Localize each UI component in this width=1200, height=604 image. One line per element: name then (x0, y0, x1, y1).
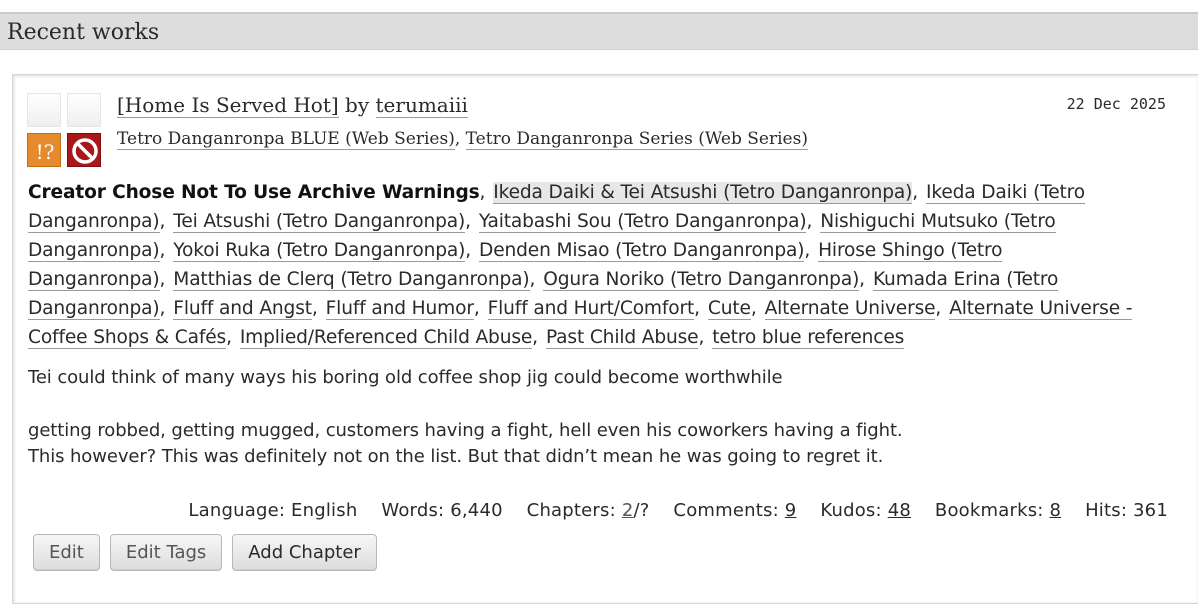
words-value: 6,440 (450, 500, 503, 521)
work-heading: [Home Is Served Hot] by terumaiii (117, 93, 468, 118)
recent-works-header: Recent works (0, 12, 1198, 50)
chapters-total: /? (633, 500, 650, 521)
chapters-label: Chapters: (526, 500, 616, 521)
comments-link[interactable]: 9 (785, 500, 797, 521)
work-stats: Language: English Words: 6,440 Chapters:… (188, 500, 1168, 521)
tag-freeform[interactable]: Fluff and Humor (325, 298, 474, 320)
tag-character[interactable]: Yaitabashi Sou (Tetro Danganronpa) (478, 211, 807, 233)
fandom-link[interactable]: Tetro Danganronpa BLUE (Web Series) (117, 129, 455, 150)
hits-label: Hits: (1085, 500, 1128, 521)
tag-freeform[interactable]: Fluff and Hurt/Comfort (487, 298, 694, 320)
hits-value: 361 (1133, 500, 1168, 521)
complete-no-icon[interactable] (67, 133, 101, 167)
rating-not-rated-icon[interactable] (27, 93, 61, 127)
work-blurb: !? [Home Is Served Hot] by terumaiii Tet… (12, 74, 1198, 604)
by-label: by (345, 93, 370, 117)
language-value: English (291, 500, 358, 521)
tag-list: Creator Chose Not To Use Archive Warning… (28, 182, 1133, 349)
tag-relationship[interactable]: Ikeda Daiki & Tei Atsushi (Tetro Danganr… (493, 182, 912, 204)
bookmarks-link[interactable]: 8 (1049, 500, 1061, 521)
section-title: Recent works (7, 20, 160, 45)
tag-character[interactable]: Denden Misao (Tetro Danganronpa) (479, 240, 804, 262)
tag-freeform[interactable]: Alternate Universe (764, 298, 936, 320)
chapters-link[interactable]: 2 (622, 500, 634, 521)
tag-character[interactable]: Matthias de Clerq (Tetro Danganronpa) (173, 269, 530, 291)
publish-date: 22 Dec 2025 (1066, 95, 1166, 113)
svg-text:!?: !? (36, 140, 55, 164)
kudos-link[interactable]: 48 (888, 500, 911, 521)
language-label: Language: (188, 500, 286, 521)
edit-button[interactable]: Edit (33, 534, 100, 571)
tag-character[interactable]: Ogura Noriko (Tetro Danganronpa) (543, 269, 859, 291)
work-summary: Tei could think of many ways his boring … (28, 365, 1178, 470)
tag-character[interactable]: Tei Atsushi (Tetro Danganronpa) (173, 211, 465, 233)
tag-freeform[interactable]: Implied/Referenced Child Abuse (239, 327, 532, 349)
tag-freeform[interactable]: Past Child Abuse (545, 327, 699, 349)
work-actions: Edit Edit Tags Add Chapter (33, 534, 387, 571)
tag-character[interactable]: Yokoi Ruka (Tetro Danganronpa) (173, 240, 465, 262)
edit-tags-button[interactable]: Edit Tags (109, 534, 223, 571)
summary-paragraph: This however? This was definitely not on… (28, 446, 884, 467)
tag-freeform[interactable]: Cute (707, 298, 751, 320)
tag-freeform[interactable]: Fluff and Angst (173, 298, 312, 320)
summary-paragraph: Tei could think of many ways his boring … (28, 367, 783, 388)
fandom-link[interactable]: Tetro Danganronpa Series (Web Series) (465, 129, 808, 150)
words-label: Words: (381, 500, 445, 521)
warning-choose-not-icon[interactable]: !? (27, 133, 61, 167)
comments-label: Comments: (673, 500, 779, 521)
bookmarks-label: Bookmarks: (934, 500, 1044, 521)
summary-paragraph: getting robbed, getting mugged, customer… (28, 420, 903, 441)
fandoms: Tetro Danganronpa BLUE (Web Series), Tet… (117, 129, 808, 150)
category-none-icon[interactable] (67, 93, 101, 127)
author-link[interactable]: terumaiii (375, 93, 468, 118)
kudos-label: Kudos: (820, 500, 882, 521)
add-chapter-button[interactable]: Add Chapter (232, 534, 377, 571)
required-tags: !? (27, 93, 103, 169)
tag-warning[interactable]: Creator Chose Not To Use Archive Warning… (28, 182, 480, 203)
tag-freeform[interactable]: tetro blue references (712, 327, 904, 349)
work-title-link[interactable]: [Home Is Served Hot] (117, 93, 339, 118)
